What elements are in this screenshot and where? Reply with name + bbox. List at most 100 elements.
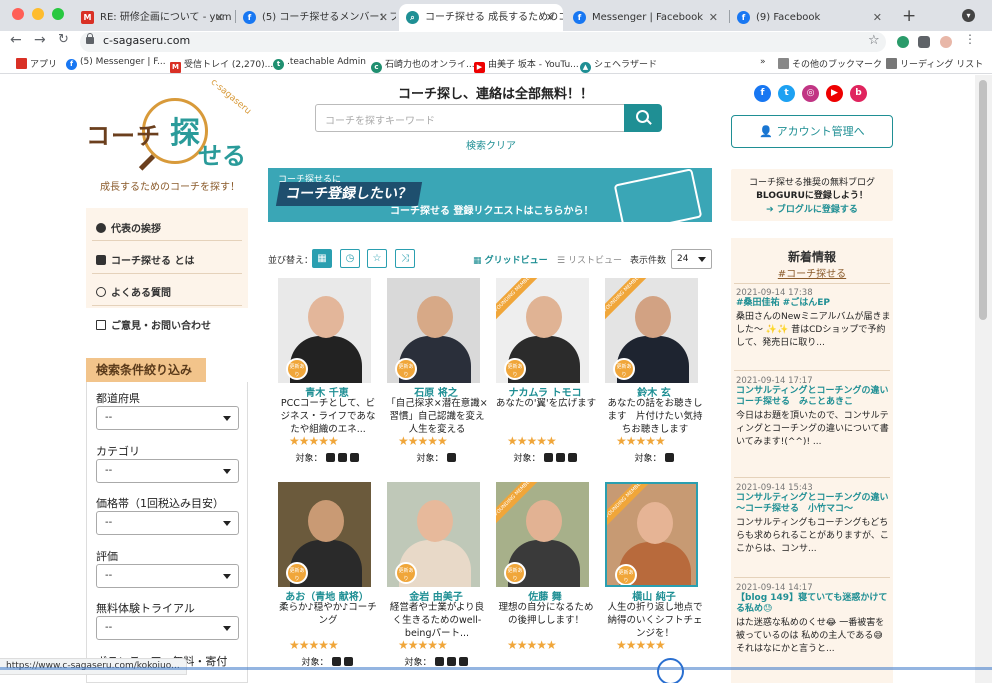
instagram-icon[interactable]: ◎ (802, 85, 819, 102)
maximize-window-button[interactable] (52, 8, 64, 20)
coach-photo[interactable]: FOUNDING MEMBER 更新あり (496, 278, 589, 383)
news-item-title[interactable]: #桑田佳祐 #ごはんEP (736, 298, 891, 309)
news-item-title[interactable]: 【blog 149】寝ていても迷惑かけてる私め😓 (736, 593, 891, 615)
other-bookmarks[interactable]: その他のブックマーク (778, 57, 882, 70)
updated-badge: 更新あり (615, 564, 637, 585)
coach-card[interactable]: FOUNDING MEMBER 更新あり 鈴木 玄 あなたの話をお聴きします 片付… (602, 278, 710, 472)
bookmark-inbox[interactable]: M 受信トレイ (2,270)... (170, 57, 273, 73)
bookmark-youtube[interactable]: ▶ 由美子 坂本 - YouTu... (474, 57, 579, 73)
cursor-highlight (657, 658, 684, 683)
video-progress-bar[interactable] (0, 667, 992, 670)
sort-new-icon[interactable]: ▦ (312, 249, 332, 268)
coach-photo[interactable]: FOUNDING MEMBER 更新あり (605, 482, 698, 587)
news-item[interactable]: 2021-09-14 14:17 【blog 149】寝ていても迷惑かけてる私め… (736, 583, 891, 656)
address-bar[interactable] (80, 32, 886, 52)
bookmark-apps[interactable]: アプリ (16, 57, 57, 70)
site-logo[interactable]: コーチ 探 せる c-sagaseru (86, 77, 256, 188)
coach-card[interactable]: FOUNDING MEMBER 更新あり ナカムラ トモコ あなたの'翼'を広げま… (493, 278, 601, 472)
coach-photo[interactable]: 更新あり (387, 278, 480, 383)
facebook-icon: f (66, 59, 77, 70)
forward-arrow-icon[interactable]: → (34, 32, 46, 48)
tab-close-icon[interactable]: ✕ (709, 4, 718, 31)
reload-icon[interactable]: ↻ (58, 32, 69, 47)
blog-promo[interactable]: コーチ探せる推奨の無料ブログ BLOGURUに登録しよう！ ➔ ブログルに登録す… (731, 169, 893, 221)
filter-label-trial: 無料体験トライアル (96, 602, 195, 615)
coach-photo[interactable]: FOUNDING MEMBER 更新あり (496, 482, 589, 587)
coach-card[interactable]: 更新あり 石原 将之 「自己探求×潜在意識×習慣」自己認識を変え人生を変える ★… (384, 278, 492, 472)
rating-select[interactable]: -- (96, 564, 239, 588)
chrome-menu-icon[interactable]: ⋮ (964, 32, 976, 46)
bookmark-star-icon[interactable]: ☆ (868, 33, 880, 48)
close-window-button[interactable] (12, 8, 24, 20)
menu-contact[interactable]: ご意見・お問い合わせ (96, 317, 211, 332)
tab-close-icon[interactable]: ✕ (215, 4, 224, 31)
bookmark-scheherazade[interactable]: ▲ シェヘラザード (580, 57, 657, 73)
news-item[interactable]: 2021-09-14 15:43 コンサルティングとコーチングの違い ～コーチ探… (736, 483, 891, 556)
news-item-title[interactable]: コンサルティングとコーチングの違い ～コーチ探せる 小竹マコ～ (736, 493, 891, 515)
back-arrow-icon[interactable]: ← (10, 32, 22, 48)
tab-gmail[interactable]: M RE: 研修企画について - yumisaka ✕ (74, 4, 232, 31)
category-select[interactable]: -- (96, 459, 239, 483)
lock-icon[interactable] (86, 33, 94, 44)
news-tag-link[interactable]: #コーチ探せる (731, 265, 893, 280)
bookmark-messenger[interactable]: f (5) Messenger | F... (66, 57, 166, 70)
count-select[interactable]: 24 (671, 249, 712, 269)
new-tab-button[interactable]: + (902, 6, 916, 26)
sort-clock-icon[interactable]: ◷ (340, 249, 360, 268)
account-button[interactable]: 👤 アカウント管理へ (731, 115, 893, 148)
tab-close-icon[interactable]: ✕ (873, 4, 882, 31)
list-view-toggle[interactable]: ☰ リストビュー (557, 253, 622, 266)
news-item[interactable]: 2021-09-14 17:38 #桑田佳祐 #ごはんEP 桑田さんのNewミニ… (736, 288, 891, 350)
coach-card[interactable]: 更新あり 金岩 由美子 経営者や士業がより良く生きるためのwell-beingパ… (384, 482, 492, 676)
tab-messenger[interactable]: f Messenger | Facebook ✕ (566, 4, 726, 31)
apps-grid-icon (16, 58, 27, 69)
search-clear-link[interactable]: 検索クリア (466, 137, 516, 152)
price-select[interactable]: -- (96, 511, 239, 535)
tab-facebook-blog[interactable]: f (5) コーチ探せるメンバー：ブログ ✕ (236, 4, 396, 31)
coach-photo[interactable]: 更新あり (278, 482, 371, 587)
coach-card[interactable]: FOUNDING MEMBER 更新あり 横山 純子 人生の折り返し地点で納得のい… (602, 482, 710, 676)
search-input[interactable]: コーチを探すキーワード (315, 104, 625, 132)
bookmark-online[interactable]: c 石崎力也のオンライ... (371, 57, 475, 73)
twitter-icon[interactable]: t (778, 85, 795, 102)
profile-avatar[interactable] (940, 36, 952, 48)
more-bookmarks-chevron[interactable]: » (760, 57, 766, 67)
coach-register-banner[interactable]: コーチ探せるに コーチ登録したい？ コーチ探せる 登録リクエストはこちらから！ (268, 168, 712, 222)
tab-c-sagaseru[interactable]: ⌕ コーチ探せる 成長するためのコ ✕ (399, 4, 563, 31)
sort-shuffle-icon[interactable]: ⤨ (395, 249, 415, 268)
youtube-icon[interactable]: ▶ (826, 85, 843, 102)
coach-photo[interactable]: 更新あり (387, 482, 480, 587)
trial-select[interactable]: -- (96, 616, 239, 640)
facebook-icon[interactable]: f (754, 85, 771, 102)
tab-facebook[interactable]: f (9) Facebook ✕ (730, 4, 890, 31)
sort-star-icon[interactable]: ☆ (367, 249, 387, 268)
updated-badge: 更新あり (395, 358, 417, 380)
news-item[interactable]: 2021-09-14 17:17 コンサルティングとコーチングの違い コーチ探せ… (736, 376, 897, 449)
menu-about[interactable]: コーチ探せる とは (96, 252, 194, 267)
blog-icon[interactable]: b (850, 85, 867, 102)
search-button[interactable] (624, 104, 662, 132)
scrollbar-thumb[interactable] (979, 80, 987, 320)
coach-card[interactable]: 更新あり あお（青地 献将） 柔らか♪穏やか♪コーチング ★★★★★ 対象： (275, 482, 383, 676)
menu-faq[interactable]: よくある質問 (96, 284, 171, 299)
bookmark-teachable[interactable]: t .teachable Admin (273, 57, 366, 70)
tab-close-icon[interactable]: ✕ (379, 4, 388, 31)
coach-card[interactable]: FOUNDING MEMBER 更新あり 佐藤 舞 理想の自分になるための後押しし… (493, 482, 601, 676)
reading-list[interactable]: リーディング リスト (886, 57, 983, 70)
coach-card[interactable]: 更新あり 青木 千恵 PCCコーチとして、ビジネス・ライフであなたや組織のエネ.… (275, 278, 383, 472)
target-label: 対象： (634, 454, 662, 464)
extensions-puzzle-icon[interactable] (918, 36, 930, 48)
rating-stars: ★★★★★ (289, 638, 339, 652)
tab-search-icon[interactable]: ▾ (962, 9, 975, 22)
evernote-extension-icon[interactable] (897, 36, 909, 48)
news-item-title[interactable]: コンサルティングとコーチングの違い コーチ探せる みことあきこ (736, 386, 897, 408)
tab-close-icon[interactable]: ✕ (546, 4, 555, 31)
url-text[interactable]: c-sagaseru.com (103, 34, 190, 47)
coach-photo[interactable]: 更新あり (278, 278, 371, 383)
blog-register-link[interactable]: ➔ ブログルに登録する (731, 202, 893, 215)
prefecture-select[interactable]: -- (96, 406, 239, 430)
grid-view-toggle[interactable]: ▦ グリッドビュー (473, 253, 548, 266)
menu-greeting[interactable]: 代表の挨拶 (96, 220, 161, 235)
minimize-window-button[interactable] (32, 8, 44, 20)
coach-photo[interactable]: FOUNDING MEMBER 更新あり (605, 278, 698, 383)
